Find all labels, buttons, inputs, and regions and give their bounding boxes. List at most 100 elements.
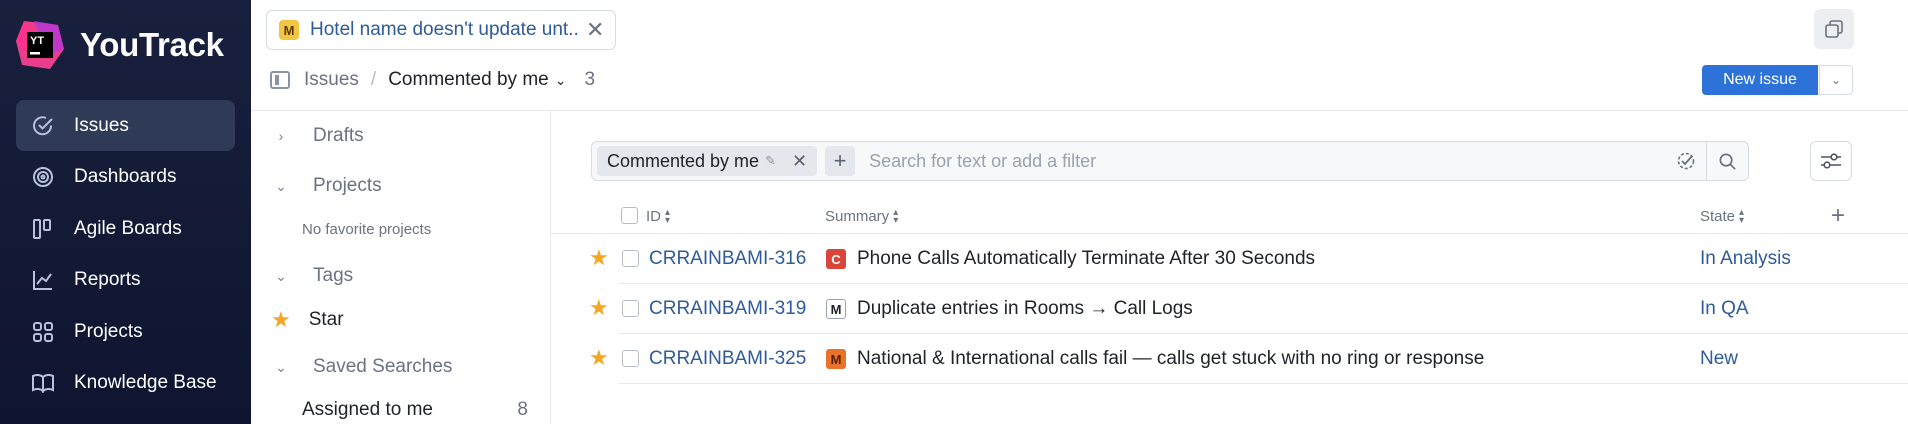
search-button[interactable]	[1706, 142, 1748, 180]
table-row[interactable]: ★ CRRAINBAMI-319 M Duplicate entries in …	[551, 284, 1908, 334]
sidebar-item-knowledge-base[interactable]: Knowledge Base	[16, 358, 235, 409]
issue-id-link[interactable]: CRRAINBAMI-319	[649, 298, 806, 320]
column-id[interactable]: ID ▴ ▾	[646, 206, 671, 226]
chart-icon	[28, 265, 58, 295]
add-filter-button[interactable]: +	[825, 146, 856, 176]
breadcrumb-separator: /	[370, 69, 377, 90]
row-checkbox[interactable]	[622, 350, 639, 367]
star-icon[interactable]: ★	[589, 345, 609, 371]
book-icon	[28, 368, 58, 398]
row-divider	[619, 383, 1908, 384]
sort-icon: ▴ ▾	[1739, 206, 1745, 226]
priority-badge: M	[826, 349, 846, 369]
tag-star[interactable]: ★ Star	[271, 307, 344, 333]
section-label: Saved Searches	[313, 356, 453, 377]
app-name: YouTrack	[80, 26, 224, 63]
breadcrumb-issues[interactable]: Issues	[304, 69, 359, 91]
svg-text:YT: YT	[30, 35, 44, 47]
issue-id-link[interactable]: CRRAINBAMI-316	[649, 248, 806, 270]
column-label: Summary	[825, 208, 890, 225]
search-input[interactable]	[869, 150, 1666, 172]
query-assist-icon[interactable]	[1666, 142, 1706, 180]
column-label: ID	[646, 208, 661, 225]
chevron-down-icon: ⌄	[275, 267, 287, 284]
new-issue-button[interactable]: New issue	[1702, 65, 1818, 95]
sidebar-item-dashboards[interactable]: Dashboards	[16, 152, 235, 203]
tab-title[interactable]: Hotel name doesn't update unt...	[310, 19, 580, 41]
star-icon[interactable]: ★	[589, 295, 609, 321]
sidebar-item-issues[interactable]: Issues	[16, 100, 235, 151]
saved-search-label: Assigned to me	[302, 399, 433, 420]
issue-summary[interactable]: Phone Calls Automatically Terminate Afte…	[857, 248, 1315, 270]
section-tags[interactable]: ⌄ Tags	[251, 265, 353, 287]
issue-summary[interactable]: National & International calls fail — ca…	[857, 348, 1484, 370]
table-row[interactable]: ★ CRRAINBAMI-325 M National & Internatio…	[551, 334, 1908, 384]
section-label: Drafts	[313, 125, 364, 146]
sliders-icon	[1821, 153, 1841, 169]
new-issue-dropdown-button[interactable]: ⌄	[1819, 65, 1853, 95]
add-column-icon[interactable]: +	[1831, 202, 1845, 230]
copy-window-icon	[1825, 20, 1843, 38]
issue-summary[interactable]: Duplicate entries in Rooms → Call Logs	[857, 298, 1193, 320]
search-bar: Commented by me ✎ ✕ +	[591, 141, 1749, 181]
tag-label: Star	[308, 309, 344, 330]
issue-state[interactable]: In QA	[1700, 298, 1749, 320]
priority-badge: M	[826, 299, 846, 319]
sort-icon: ▴ ▾	[665, 206, 671, 226]
section-label: Tags	[313, 265, 354, 286]
section-drafts[interactable]: › Drafts	[251, 125, 364, 147]
filter-chip-label: Commented by me	[607, 150, 760, 171]
star-icon: ★	[271, 307, 291, 332]
row-checkbox[interactable]	[622, 300, 639, 317]
sidebar-item-label: Projects	[74, 320, 143, 342]
select-all-checkbox[interactable]	[621, 207, 638, 224]
saved-search-assigned-to-me[interactable]: Assigned to me 8	[302, 399, 528, 421]
issue-id-link[interactable]: CRRAINBAMI-325	[649, 348, 806, 370]
section-label: Projects	[313, 175, 382, 196]
edit-icon[interactable]: ✎	[765, 153, 776, 169]
sidebar-item-agile-boards[interactable]: Agile Boards	[16, 203, 235, 254]
chevron-down-icon[interactable]: ⌄	[555, 72, 567, 89]
issue-state[interactable]: In Analysis	[1700, 248, 1791, 270]
issue-count: 3	[584, 69, 596, 90]
brand[interactable]: YT YouTrack	[14, 18, 224, 72]
breadcrumb-current[interactable]: Commented by me	[388, 69, 549, 91]
priority-badge: M	[279, 20, 299, 40]
sidebar-item-reports[interactable]: Reports	[16, 255, 235, 306]
grid-icon	[28, 317, 58, 347]
breadcrumb: Issues / Commented by me ⌄ 3	[270, 68, 595, 92]
priority-badge: C	[826, 249, 846, 269]
star-icon[interactable]: ★	[589, 245, 609, 271]
sidebar-item-label: Dashboards	[74, 166, 177, 187]
column-state[interactable]: State ▴ ▾	[1700, 206, 1745, 226]
remove-filter-icon[interactable]: ✕	[792, 151, 807, 172]
sidebar-item-projects[interactable]: Projects	[16, 306, 235, 357]
empty-projects-note: No favorite projects	[302, 221, 432, 238]
list-settings-button[interactable]	[1810, 141, 1852, 181]
sidebar-item-label: Knowledge Base	[74, 372, 217, 393]
table-row[interactable]: ★ CRRAINBAMI-316 C Phone Calls Automatic…	[551, 234, 1908, 284]
sidebar-item-label: Issues	[74, 114, 129, 136]
check-circle-icon	[28, 111, 58, 141]
toggle-sidebar-icon[interactable]	[270, 71, 290, 89]
table-header: ID ▴ ▾ Summary ▴ ▾ State ▴ ▾ +	[551, 200, 1908, 234]
section-saved-searches[interactable]: ⌄ Saved Searches	[251, 356, 452, 378]
dashboard-icon	[28, 162, 58, 192]
close-icon[interactable]: ✕	[586, 19, 604, 41]
sort-icon: ▴ ▾	[893, 206, 899, 226]
main-navigation: YT YouTrack Issues Dashboards Agile Boar…	[0, 0, 251, 424]
row-checkbox[interactable]	[622, 250, 639, 267]
sidebar-item-label: Reports	[74, 269, 141, 290]
search-icon	[1719, 153, 1736, 170]
agile-board-icon	[28, 214, 58, 244]
section-projects[interactable]: ⌄ Projects	[251, 175, 382, 197]
chevron-down-icon: ⌄	[275, 358, 287, 375]
chevron-down-icon: ⌄	[1830, 73, 1842, 87]
column-summary[interactable]: Summary ▴ ▾	[825, 206, 899, 226]
window-toggle-button[interactable]	[1814, 9, 1854, 49]
youtrack-logo-icon: YT	[14, 19, 66, 71]
issue-state[interactable]: New	[1700, 348, 1738, 370]
filter-chip[interactable]: Commented by me ✎ ✕	[597, 146, 818, 176]
open-issue-tab[interactable]: M Hotel name doesn't update unt... ✕	[266, 10, 616, 50]
saved-search-count: 8	[517, 399, 528, 420]
